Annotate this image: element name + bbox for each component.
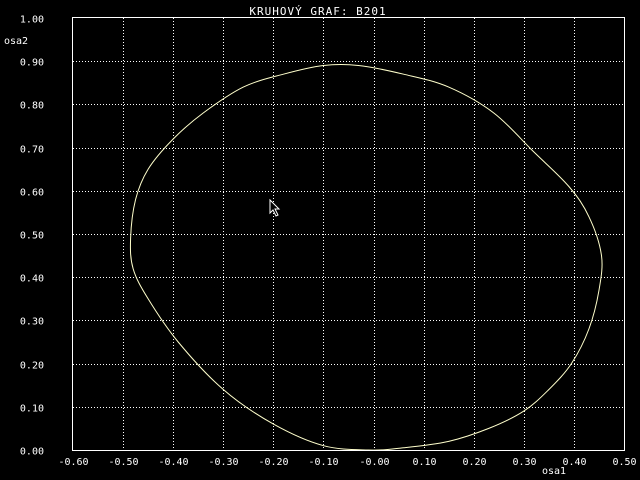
y-tick-label: 0.80 <box>20 101 44 112</box>
y-tick-label: 0.20 <box>20 361 44 372</box>
y-tick-label: 0.50 <box>20 231 44 242</box>
chart-svg: KRUHOVÝ GRAF: B201 osa2 osa1 -0.60 -0.50-… <box>0 0 640 480</box>
y-tick-label: 0.90 <box>20 58 44 69</box>
x-tick-label: -0.30 <box>208 457 238 468</box>
x-tick-label: 0.50 <box>612 457 636 468</box>
x-tick-label: 0.40 <box>562 457 586 468</box>
x-tick-label: -0.60 <box>58 457 88 468</box>
x-tick-label: -0.10 <box>308 457 338 468</box>
y-tick-label: 0.40 <box>20 274 44 285</box>
y-tick-label: 1.00 <box>20 15 44 26</box>
y-tick-label: 0.60 <box>20 188 44 199</box>
chart-title: KRUHOVÝ GRAF: B201 <box>249 5 386 18</box>
x-tick-label: 0.10 <box>412 457 436 468</box>
x-tick-label: 0.20 <box>462 457 486 468</box>
y-tick-label: 0.30 <box>20 317 44 328</box>
x-tick-label: 0.30 <box>512 457 536 468</box>
x-tick-label: -0.40 <box>158 457 188 468</box>
x-tick-label: -0.20 <box>258 457 288 468</box>
y-tick-label: 0.10 <box>20 404 44 415</box>
y-axis-title: osa2 <box>4 36 28 47</box>
x-tick-label: -0.00 <box>359 457 389 468</box>
y-tick-label: 0.70 <box>20 145 44 156</box>
y-tick-label: 0.00 <box>20 447 44 458</box>
x-tick-label: -0.50 <box>108 457 138 468</box>
